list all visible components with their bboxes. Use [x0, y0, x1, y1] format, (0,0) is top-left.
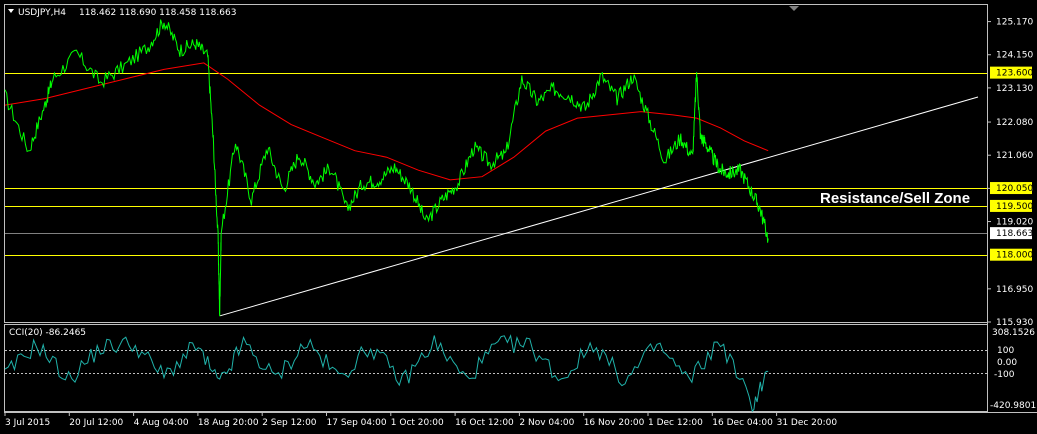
x-tick-label-4: 2 Sep 12:00	[262, 418, 317, 428]
y-tick-label-3: 122.080	[996, 118, 1033, 128]
x-tick-label-8: 2 Nov 04:00	[519, 418, 574, 428]
y-tick-label-1: 124.150	[996, 51, 1033, 61]
cci-max-label: 308.1526	[992, 328, 1035, 338]
price-tag-label-0: 123.600	[996, 69, 1033, 79]
price-tag-label-3: 118.663	[996, 229, 1033, 239]
price-tag-label-2: 119.500	[996, 202, 1033, 212]
cci-axis: 308.1526 100 0.00 -100 -420.9801	[990, 328, 1036, 411]
y-tick-label-4: 121.060	[996, 151, 1033, 161]
x-tick-label-5: 17 Sep 04:00	[327, 418, 387, 428]
cci-label: CCI(20) -86.2465	[9, 328, 86, 338]
price-tag-label-4: 118.000	[996, 251, 1033, 261]
x-tick-label-10: 1 Dec 12:00	[648, 418, 703, 428]
cci-level-0: 0.00	[997, 358, 1017, 368]
x-tick-label-7: 16 Oct 12:00	[455, 418, 514, 428]
x-tick-label-3: 18 Aug 20:00	[198, 418, 259, 428]
x-tick-label-11: 16 Dec 04:00	[712, 418, 773, 428]
price-axis: 125.170 124.150 123.130 122.080 121.060 120.0…	[987, 18, 1033, 328]
chart-window[interactable]: USDJPY,H4 118.462 118.690 118.458 118.66…	[0, 0, 1037, 434]
y-tick-label-2: 123.130	[996, 84, 1033, 94]
x-tick-label-1: 20 Jul 12:00	[69, 418, 123, 428]
symbol-label: USDJPY,H4	[18, 8, 66, 18]
y-tick-label-7: 116.950	[996, 285, 1033, 295]
cci-level-minus-100: -100	[994, 370, 1015, 380]
y-tick-label-0: 125.170	[996, 18, 1033, 28]
y-tick-label-6: 119.020	[996, 218, 1033, 228]
y-tick-label-8: 115.930	[996, 318, 1033, 328]
price-tag-label-1: 120.050	[996, 184, 1033, 194]
indicator-panel-frame	[4, 324, 988, 412]
resistance-annotation: Resistance/Sell Zone	[820, 190, 970, 207]
ohlc-label: 118.462 118.690 118.458 118.663	[79, 8, 236, 18]
cci-level-100: 100	[997, 346, 1014, 356]
main-panel-frame	[4, 4, 988, 323]
x-tick-label-9: 16 Nov 20:00	[584, 418, 645, 428]
time-axis: 3 Jul 2015 20 Jul 12:00 4 Aug 04:00 18 Aug …	[4, 412, 838, 428]
cci-min-label: -420.9801	[990, 401, 1036, 411]
x-tick-label-0: 3 Jul 2015	[5, 418, 50, 428]
x-tick-label-6: 1 Oct 20:00	[391, 418, 444, 428]
x-tick-label-12: 31 Dec 20:00	[777, 418, 838, 428]
x-tick-label-2: 4 Aug 04:00	[134, 418, 189, 428]
